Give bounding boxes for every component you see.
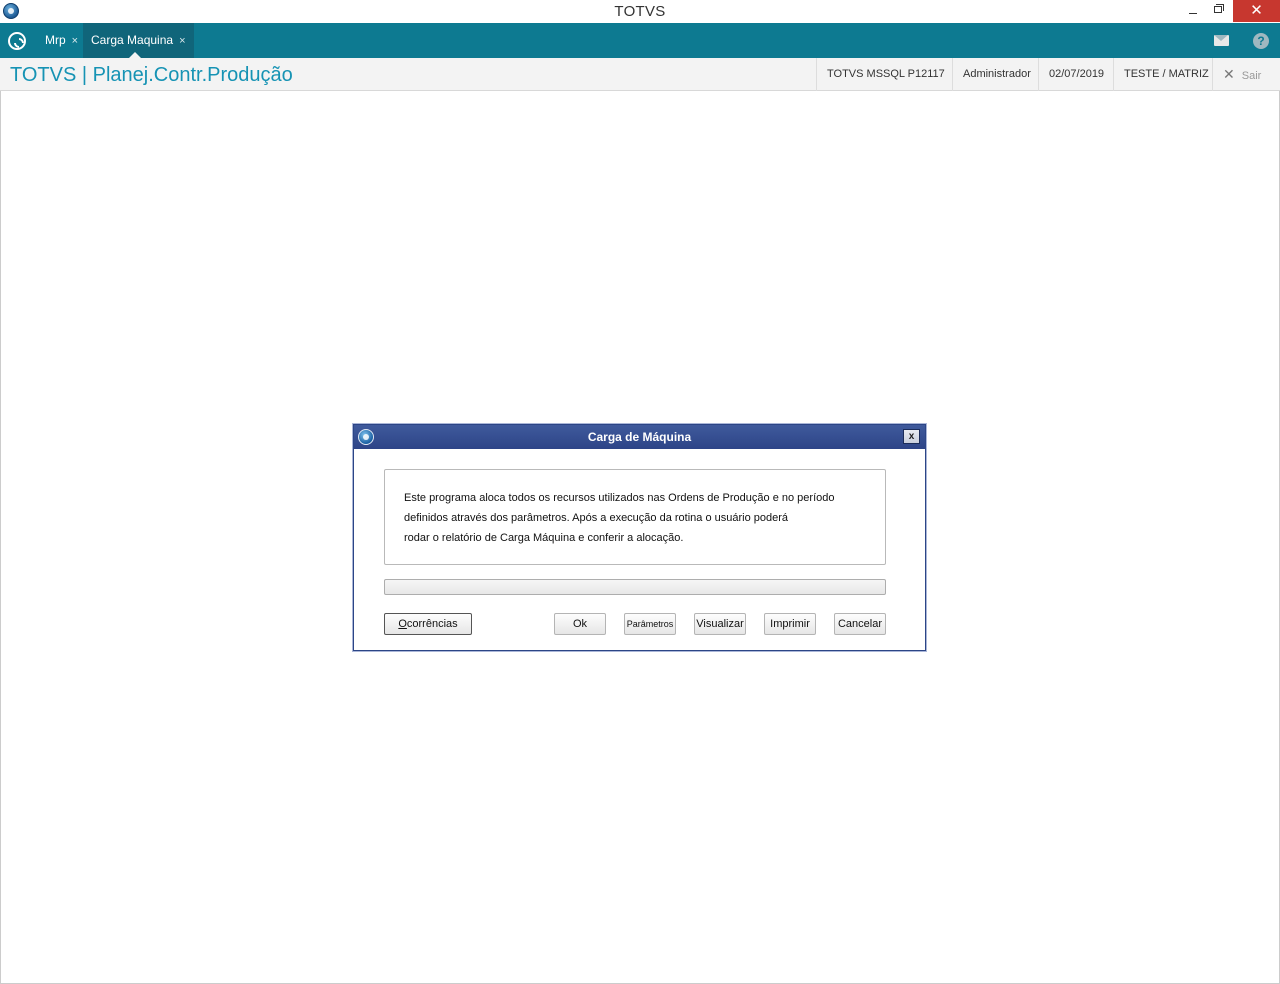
dialog-close-button[interactable]: x xyxy=(903,429,920,444)
exit-label: Sair xyxy=(1241,70,1262,82)
tab-carga-maquina[interactable]: Carga Maquina × xyxy=(83,23,194,58)
tab-mrp[interactable]: Mrp × xyxy=(37,23,86,58)
home-icon[interactable] xyxy=(8,32,26,50)
message-line: definidos através dos parâmetros. Após a… xyxy=(404,512,789,524)
tab-bar: Mrp × Carga Maquina × ? xyxy=(0,23,1280,58)
window-titlebar: TOTVS ✕ xyxy=(0,0,1280,23)
window-title: TOTVS xyxy=(614,3,666,20)
module-title: TOTVS | Planej.Contr.Produção xyxy=(10,64,293,86)
progress-bar xyxy=(384,579,886,595)
dialog-message-box: Este programa aloca todos os recursos ut… xyxy=(384,469,886,565)
mail-icon[interactable] xyxy=(1214,35,1229,46)
user-info[interactable]: Administrador xyxy=(952,58,1041,91)
window-close-button[interactable]: ✕ xyxy=(1233,0,1280,22)
imprimir-button[interactable]: Imprimir xyxy=(764,613,816,635)
tab-mrp-label: Mrp xyxy=(45,33,66,47)
cancel-button[interactable]: Cancelar xyxy=(834,613,886,635)
close-icon: ✕ xyxy=(1223,66,1235,82)
ocorrencias-label: corrências xyxy=(406,618,458,630)
message-line: rodar o relatório de Carga Máquina e con… xyxy=(404,532,684,544)
help-icon[interactable]: ? xyxy=(1253,33,1269,49)
dialog-title: Carga de Máquina xyxy=(587,430,692,444)
visualizar-button[interactable]: Visualizar xyxy=(694,613,746,635)
dialog-titlebar: Carga de Máquina x xyxy=(354,425,925,449)
branch-info[interactable]: TESTE / MATRIZ xyxy=(1113,58,1219,91)
ocorrencias-mnemonic: O xyxy=(398,618,407,630)
ocorrencias-button[interactable]: Ocorrências xyxy=(384,613,472,635)
date-info[interactable]: 02/07/2019 xyxy=(1038,58,1114,91)
parametros-button[interactable]: Parâmetros xyxy=(624,613,676,635)
exit-button[interactable]: ✕ Sair xyxy=(1212,58,1280,91)
tab-carga-maquina-label: Carga Maquina xyxy=(91,33,174,47)
message-line: Este programa aloca todos os recursos ut… xyxy=(404,492,835,504)
minimize-icon xyxy=(1189,13,1197,14)
module-header: TOTVS | Planej.Contr.Produção TOTVS MSSQ… xyxy=(0,58,1280,91)
tab-mrp-close-icon[interactable]: × xyxy=(72,35,78,47)
ok-button[interactable]: Ok xyxy=(554,613,606,635)
environment-info: TOTVS MSSQL P12117 xyxy=(816,58,955,91)
tab-carga-maquina-close-icon[interactable]: × xyxy=(179,35,185,47)
restore-button[interactable] xyxy=(1203,0,1233,22)
restore-icon-front xyxy=(1214,6,1222,13)
carga-maquina-dialog: Carga de Máquina x Este programa aloca t… xyxy=(353,424,926,651)
